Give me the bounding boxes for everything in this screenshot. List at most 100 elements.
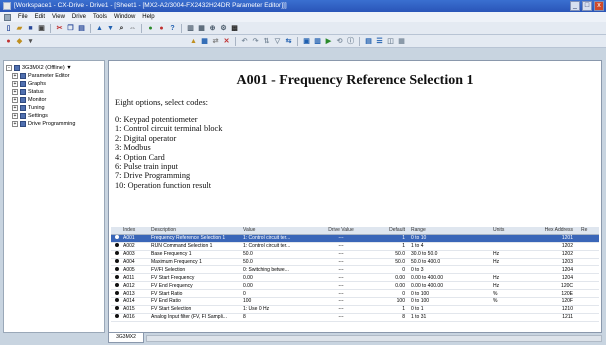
menu-help[interactable]: Help [142, 14, 154, 20]
window-title-bar[interactable]: [Workspace1 - CX-Drive - Drive1 - [Sheet… [0, 0, 606, 12]
expand-icon[interactable]: + [12, 105, 18, 111]
table-row[interactable]: A016 Analog Input filter (FV, FI Sampli..… [111, 314, 599, 322]
cell-value[interactable]: 50.0 [241, 259, 307, 265]
copy-icon[interactable]: ❐ [66, 24, 75, 33]
cell-value[interactable]: 0: Switching betwe... [241, 267, 307, 273]
settings-icon[interactable]: ⚙ [219, 24, 228, 33]
maximize-button[interactable]: □ [582, 1, 592, 11]
run-icon[interactable]: ▶ [324, 37, 333, 46]
cell-value[interactable]: 8 [241, 314, 307, 320]
tree-item-parameter-editor[interactable]: + Parameter Editor [6, 72, 102, 80]
paste-icon[interactable]: ▤ [77, 24, 86, 33]
table-row[interactable]: A013 FV Start Ratio 0 --- 0 0 to 100% 120E [111, 290, 599, 299]
expand-icon[interactable]: + [12, 113, 18, 119]
link-icon[interactable]: ⇄ [211, 37, 220, 46]
filter-icon[interactable]: ▽ [273, 37, 282, 46]
info-icon[interactable]: ⓘ [346, 37, 355, 46]
cut-icon[interactable]: ✂ [55, 24, 64, 33]
expand-icon[interactable]: + [12, 97, 18, 103]
tree-item-graphs[interactable]: + Graphs [6, 80, 102, 88]
close-button[interactable]: x [594, 1, 604, 11]
cell-value[interactable]: 1: Control circuit ter... [241, 235, 307, 241]
menu-edit[interactable]: Edit [35, 14, 45, 20]
grid-icon[interactable]: ▩ [230, 24, 239, 33]
header-range[interactable]: Range [409, 227, 491, 233]
download-icon[interactable]: ▼ [106, 24, 115, 33]
header-re[interactable]: Re [579, 227, 599, 233]
stop-icon[interactable]: ● [157, 24, 166, 33]
parameter-icon[interactable]: ▣ [302, 37, 311, 46]
menu-drive[interactable]: Drive [72, 14, 86, 20]
table-row[interactable]: A004 Maximum Frequency 1 50.0 --- 50.0 50.0 t… [111, 259, 599, 267]
horizontal-scrollbar[interactable] [146, 335, 602, 342]
new-file-icon[interactable]: ▯ [4, 24, 13, 33]
collapse-icon[interactable]: - [6, 65, 12, 71]
header-units[interactable]: Units [491, 227, 531, 233]
find-icon[interactable]: ⌕ [117, 24, 126, 33]
list-icon[interactable]: ☰ [375, 37, 384, 46]
view-icon[interactable]: ◫ [386, 37, 395, 46]
cell-value[interactable]: 1: Use 0 Hz [241, 306, 307, 312]
minimize-button[interactable]: _ [570, 1, 580, 11]
dropdown-icon[interactable]: ▾ [26, 37, 35, 46]
menu-file[interactable]: File [18, 14, 28, 20]
reset-icon[interactable]: ⟲ [335, 37, 344, 46]
compare-icon[interactable]: ⇔ [128, 24, 137, 33]
open-folder-icon[interactable]: ▰ [15, 24, 24, 33]
cell-value[interactable]: 0.00 [241, 283, 307, 289]
tree-item-tuning[interactable]: + Tuning [6, 104, 102, 112]
header-drive-value[interactable]: Drive Value [307, 227, 373, 233]
table-row[interactable]: A002 RUN Command Selection 1 1: Control ci… [111, 243, 599, 251]
properties-icon[interactable]: ▦ [397, 37, 406, 46]
header-value[interactable]: Value [241, 227, 307, 233]
tree-item-settings[interactable]: + Settings [6, 112, 102, 120]
menu-tools[interactable]: Tools [93, 14, 107, 20]
save-icon[interactable]: ■ [26, 24, 35, 33]
table-row[interactable]: A003 Base Frequency 1 50.0 --- 50.0 30.0 to 5… [111, 251, 599, 259]
table-row[interactable]: A015 FV Start Selection 1: Use 0 Hz --- 1 0 t… [111, 306, 599, 314]
delete-icon[interactable]: ✕ [222, 37, 231, 46]
header-index[interactable]: Index [121, 227, 149, 233]
graph-icon[interactable]: ▥ [186, 24, 195, 33]
print-icon[interactable]: ▣ [37, 24, 46, 33]
header-description[interactable]: Description [149, 227, 241, 233]
table-icon[interactable]: ▦ [200, 37, 209, 46]
expand-icon[interactable]: + [12, 73, 18, 79]
compare-drive-icon[interactable]: ⇆ [284, 37, 293, 46]
expand-icon[interactable]: + [12, 81, 18, 87]
cell-value[interactable]: 0.00 [241, 275, 307, 281]
online-icon[interactable]: ● [146, 24, 155, 33]
cell-value[interactable]: 50.0 [241, 251, 307, 257]
zoom-icon[interactable]: ⊕ [208, 24, 217, 33]
upload-icon[interactable]: ▲ [95, 24, 104, 33]
tree-item-drive-programming[interactable]: + Drive Programming [6, 120, 102, 128]
layout-icon[interactable]: ▤ [364, 37, 373, 46]
warning-icon[interactable]: ◆ [15, 37, 24, 46]
cell-value[interactable]: 0 [241, 291, 307, 297]
expand-icon[interactable]: + [12, 121, 18, 127]
expand-icon[interactable]: + [12, 89, 18, 95]
table-row[interactable]: A001 Frequency Reference Selection 1 1: Co… [111, 234, 599, 243]
cell-value[interactable]: 1: Control circuit ter... [241, 243, 307, 249]
tree-item-monitor[interactable]: + Monitor [6, 96, 102, 104]
table-row[interactable]: A005 FV/FI Selection 0: Switching betwe...… [111, 266, 599, 275]
sheet-tab[interactable]: 3G3MX2 [108, 333, 144, 343]
table-row[interactable]: A012 FV End Frequency 0.00 --- 0.00 0.00 to 4… [111, 282, 599, 291]
alert-icon[interactable]: ▲ [189, 37, 198, 46]
redo-icon[interactable]: ↷ [251, 37, 260, 46]
menu-view[interactable]: View [52, 14, 65, 20]
tree-item-status[interactable]: + Status [6, 88, 102, 96]
header-default[interactable]: Default [373, 227, 409, 233]
sort-icon[interactable]: ⇅ [262, 37, 271, 46]
cell-value[interactable]: 100 [241, 298, 307, 304]
tree-item-drive[interactable]: - 3G3MX2 (Offline) ▼ [6, 64, 102, 72]
drive-icon[interactable]: ● [4, 37, 13, 46]
header-hex-address[interactable]: Hex Address [531, 227, 579, 233]
undo-icon[interactable]: ↶ [240, 37, 249, 46]
table-row[interactable]: A014 FV End Ratio 100 --- 100 0 to 100% 120F [111, 298, 599, 306]
window-icon[interactable]: ▦ [197, 24, 206, 33]
chart-icon[interactable]: ▥ [313, 37, 322, 46]
help-icon[interactable]: ? [168, 24, 177, 33]
table-row[interactable]: A011 FV Start Frequency 0.00 --- 0.00 0.00 to… [111, 274, 599, 283]
menu-window[interactable]: Window [114, 14, 135, 20]
